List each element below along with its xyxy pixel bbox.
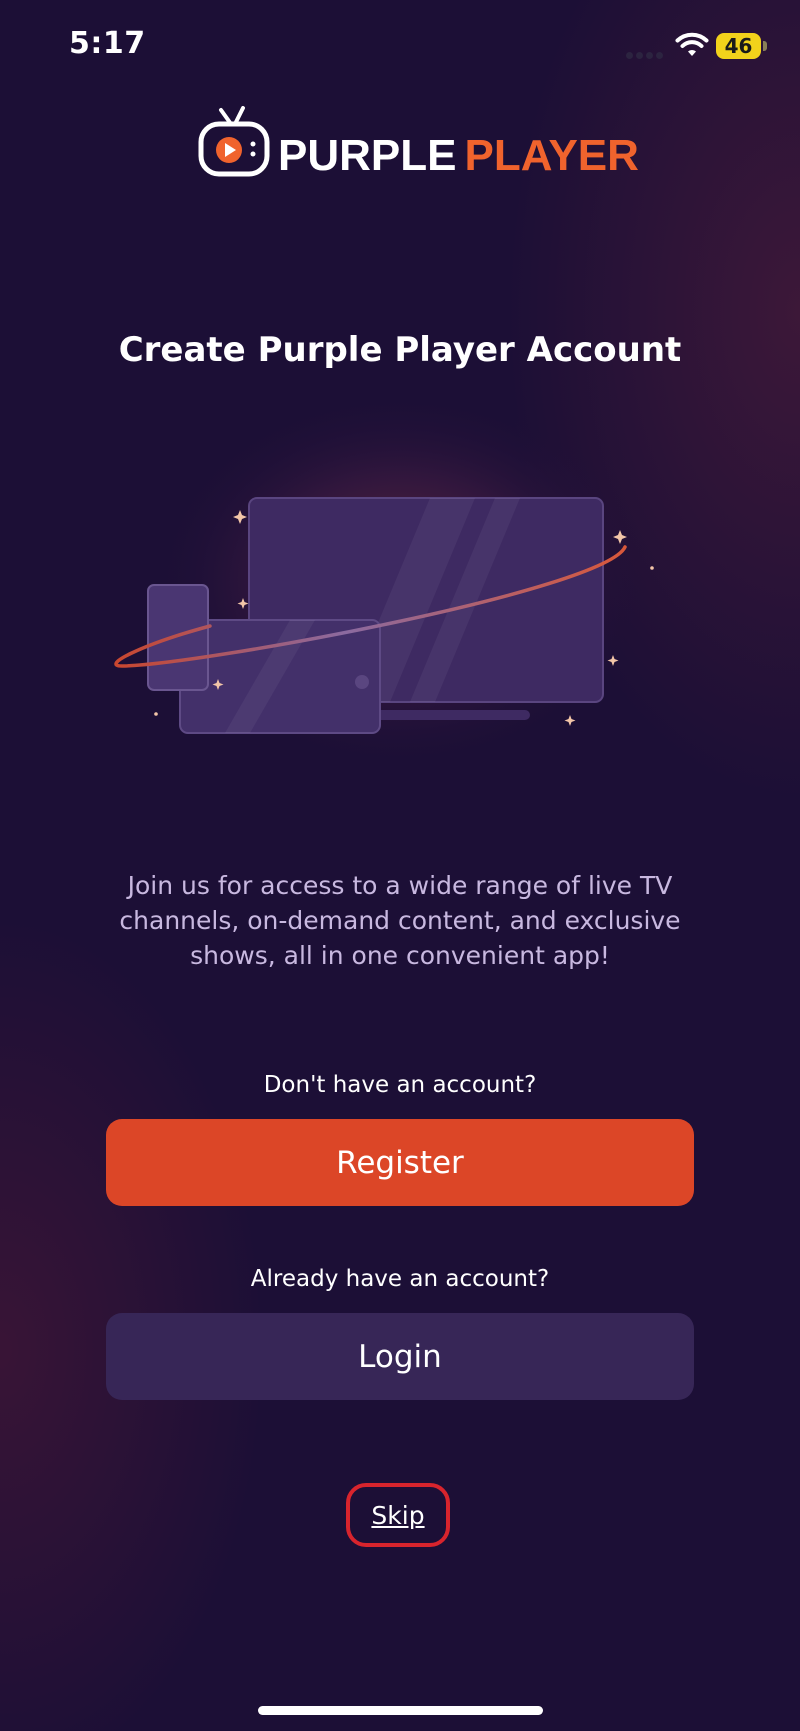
description-text: Join us for access to a wide range of li… — [119, 871, 681, 970]
wifi-icon — [675, 32, 709, 56]
signal-dots-icon — [626, 44, 666, 59]
battery-level: 46 — [724, 34, 753, 58]
page-title: Create Purple Player Account — [118, 330, 682, 370]
skip-link[interactable]: Skip — [346, 1483, 450, 1547]
logo-word-player: PLAYER — [464, 131, 639, 180]
home-indicator[interactable] — [258, 1706, 543, 1715]
login-button[interactable]: Login — [106, 1313, 694, 1400]
app-logo-text: PURPLE PLAYER — [278, 134, 639, 178]
logo-word-purple: PURPLE — [278, 131, 457, 180]
register-prompt: Don't have an account? — [263, 1072, 537, 1098]
devices-illustration — [114, 390, 654, 770]
login-prompt: Already have an account? — [250, 1266, 550, 1292]
tv-play-icon — [198, 106, 270, 177]
battery-icon: 46 — [716, 33, 761, 59]
status-time: 5:17 — [69, 26, 146, 61]
battery-tip — [763, 41, 767, 51]
register-button[interactable]: Register — [106, 1119, 694, 1206]
